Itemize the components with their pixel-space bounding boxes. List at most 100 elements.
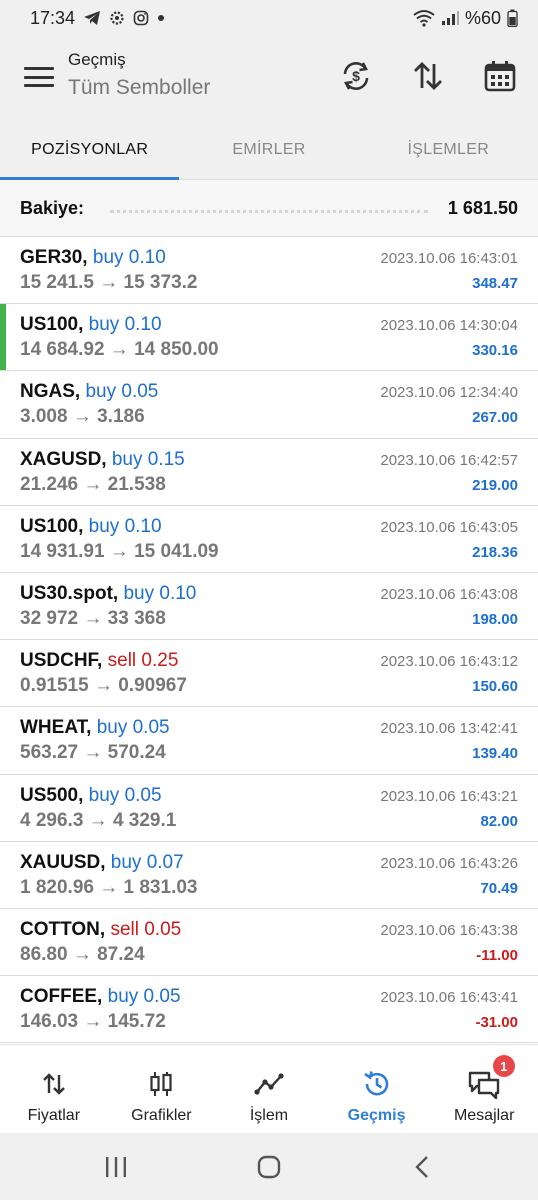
calendar-icon[interactable]	[480, 56, 520, 96]
position-symbol: XAGUSD,	[20, 448, 107, 470]
position-symbol: NGAS,	[20, 381, 81, 403]
nav-label-history: Geçmiş	[347, 1107, 406, 1124]
nav-label-trade: İşlem	[249, 1107, 289, 1124]
position-time: 2023.10.06 14:30:04	[380, 317, 518, 335]
nav-messages[interactable]: 1 Mesajlar	[430, 1045, 538, 1133]
position-profit: 139.40	[472, 745, 518, 763]
position-row[interactable]: US100, buy 0.10 14 684.92 → 14 850.00 2023…	[0, 304, 538, 372]
position-row[interactable]: XAUUSD, buy 0.07 1 820.96 → 1 831.03 2023.…	[0, 841, 538, 909]
position-time: 2023.10.06 16:43:26	[380, 854, 518, 872]
position-title: XAGUSD, buy 0.15	[20, 449, 185, 471]
position-symbol: COTTON,	[20, 918, 106, 940]
svg-text:$: $	[352, 68, 360, 84]
positions-list: GER30, buy 0.10 15 241.5 → 15 373.2 2023.1…	[0, 237, 538, 1044]
clock: 17:34	[30, 7, 76, 28]
position-time: 2023.10.06 12:34:40	[380, 384, 518, 402]
nav-label-charts: Grafikler	[131, 1107, 192, 1124]
tab-bar: POZİSYONLAR EMİRLER İŞLEMLER	[0, 120, 538, 180]
position-side: buy 0.15	[111, 448, 185, 470]
position-prices: 86.80 → 87.24	[20, 943, 145, 965]
position-row[interactable]: GER30, buy 0.10 15 241.5 → 15 373.2 2023.1…	[0, 237, 538, 305]
position-title: COFFEE, buy 0.05	[20, 986, 181, 1008]
balance-value: 1 681.50	[447, 197, 518, 218]
position-side: sell 0.05	[110, 918, 182, 940]
position-title: US100, buy 0.10	[20, 516, 162, 538]
position-time: 2023.10.06 16:43:38	[380, 921, 518, 939]
nav-trade[interactable]: İşlem	[215, 1045, 323, 1133]
signal-icon	[441, 10, 459, 26]
telegram-icon	[83, 10, 101, 26]
nav-charts[interactable]: Grafikler	[108, 1045, 216, 1133]
status-right: %60	[413, 8, 518, 29]
nav-quotes[interactable]: Fiyatlar	[0, 1045, 108, 1133]
home-icon[interactable]	[239, 1147, 299, 1187]
balance-label: Bakiye:	[20, 197, 85, 218]
position-prices: 32 972 → 33 368	[20, 607, 166, 629]
position-symbol: WHEAT,	[20, 717, 92, 739]
quotes-icon	[41, 1069, 67, 1099]
position-side: sell 0.25	[107, 650, 179, 672]
position-row[interactable]: NGAS, buy 0.05 3.008 → 3.186 2023.10.06 12…	[0, 371, 538, 439]
position-title: WHEAT, buy 0.05	[20, 717, 170, 739]
position-side: buy 0.05	[96, 717, 170, 739]
sort-icon[interactable]	[408, 56, 448, 96]
position-prices: 15 241.5 → 15 373.2	[20, 272, 198, 293]
position-profit: 198.00	[472, 610, 518, 628]
currency-exchange-icon[interactable]: $	[336, 56, 376, 96]
position-title: US500, buy 0.05	[20, 785, 162, 807]
position-row[interactable]: COFFEE, buy 0.05 146.03 → 145.72 2023.10.0…	[0, 976, 538, 1044]
system-nav-bar	[0, 1133, 538, 1200]
position-profit: -31.00	[475, 1014, 518, 1032]
nav-label-quotes: Fiyatlar	[27, 1107, 81, 1124]
menu-icon[interactable]	[24, 64, 54, 90]
tab-positions[interactable]: POZİSYONLAR	[0, 120, 180, 180]
position-time: 2023.10.06 16:43:21	[380, 787, 518, 805]
position-side: buy 0.10	[88, 314, 162, 336]
position-side: buy 0.10	[123, 582, 197, 604]
dot-icon	[157, 14, 165, 22]
position-time: 2023.10.06 16:42:57	[380, 451, 518, 469]
position-row[interactable]: WHEAT, buy 0.05 563.27 → 570.24 2023.10.06…	[0, 707, 538, 775]
nav-history[interactable]: Geçmiş	[323, 1045, 431, 1133]
position-prices: 563.27 → 570.24	[20, 742, 166, 764]
position-time: 2023.10.06 16:43:01	[380, 250, 518, 267]
position-side: buy 0.07	[110, 851, 184, 873]
position-title: USDCHF, sell 0.25	[20, 650, 178, 672]
tab-orders[interactable]: EMİRLER	[179, 120, 358, 179]
position-symbol: US100,	[20, 314, 84, 336]
history-icon	[362, 1069, 392, 1099]
position-profit: 330.16	[472, 342, 518, 360]
balance-row: Bakiye: 1 681.50	[0, 180, 538, 237]
position-symbol: US500,	[20, 784, 84, 806]
status-left: 17:34	[30, 8, 165, 29]
position-title: XAUUSD, buy 0.07	[20, 852, 184, 874]
position-row[interactable]: COTTON, sell 0.05 86.80 → 87.24 2023.10.06…	[0, 908, 538, 977]
back-icon[interactable]	[392, 1147, 452, 1187]
position-row[interactable]: XAGUSD, buy 0.15 21.246 → 21.538 2023.10.0…	[0, 438, 538, 506]
position-row[interactable]: US30.spot, buy 0.10 32 972 → 33 368 2023.1…	[0, 572, 538, 641]
position-row[interactable]: US100, buy 0.10 14 931.91 → 15 041.09 2023…	[0, 505, 538, 573]
position-profit: 348.47	[472, 275, 518, 292]
status-bar: 17:34 %60	[0, 0, 538, 36]
gear-icon	[109, 10, 125, 26]
position-symbol: XAUUSD,	[20, 851, 106, 873]
position-side: buy 0.10	[92, 247, 166, 268]
recent-apps-icon[interactable]	[86, 1147, 146, 1187]
app-screen: 17:34 %60 Geçmiş Tüm Semboller $ POZİSYO…	[0, 0, 538, 1200]
position-title: US30.spot, buy 0.10	[20, 583, 196, 605]
position-row[interactable]: US500, buy 0.05 4 296.3 → 4 329.1 2023.10.…	[0, 774, 538, 842]
battery-percent: %60	[464, 7, 501, 28]
tab-deals[interactable]: İŞLEMLER	[359, 120, 538, 179]
position-title: GER30, buy 0.10	[20, 247, 166, 269]
symbol-filter[interactable]: Tüm Semboller	[68, 76, 210, 100]
nav-label-messages: Mesajlar	[453, 1107, 515, 1124]
position-row[interactable]: USDCHF, sell 0.25 0.91515 → 0.90967 2023.1…	[0, 640, 538, 708]
candlestick-icon	[148, 1069, 174, 1099]
position-profit: 150.60	[472, 678, 518, 696]
position-side: buy 0.05	[88, 784, 162, 806]
battery-icon	[507, 9, 518, 27]
trade-line-icon	[254, 1069, 284, 1099]
position-profit: 267.00	[472, 409, 518, 427]
position-prices: 3.008 → 3.186	[20, 406, 145, 428]
position-title: NGAS, buy 0.05	[20, 381, 158, 403]
